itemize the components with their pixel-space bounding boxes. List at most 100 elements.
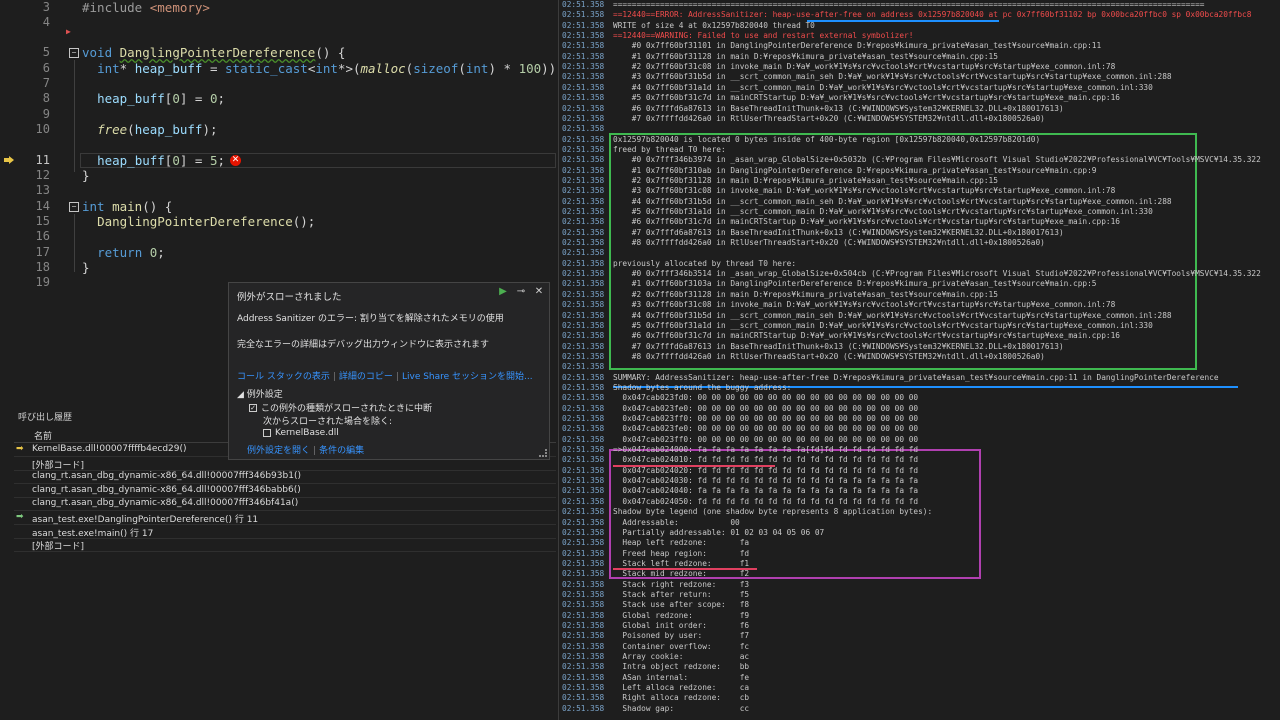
output-line: 02:51.358 Stack after return: f5 <box>559 590 1280 600</box>
timestamp: 02:51.358 <box>562 641 605 651</box>
output-line: 02:51.358 0x047cab023ff0: 00 00 00 00 00… <box>559 414 1280 424</box>
call-stack-row[interactable]: asan_test.exe!main() 行 17 <box>14 525 556 539</box>
output-text: Stack after return: f5 <box>613 589 750 599</box>
timestamp: 02:51.358 <box>562 0 605 9</box>
output-line: 02:51.358 #5 0x7ff60bf31a1d in __scrt_co… <box>559 321 1280 331</box>
code-line[interactable]: 15 DanglingPointerDereference(); <box>0 214 556 229</box>
code-line[interactable]: 7 <box>0 76 556 91</box>
timestamp: 02:51.358 <box>562 289 605 299</box>
exception-settings-header[interactable]: ◢ 例外設定 <box>237 387 283 400</box>
output-text: ==12440==WARNING: Failed to use and rest… <box>613 31 914 41</box>
timestamp: 02:51.358 <box>562 31 605 41</box>
line-number: 14 <box>35 199 50 213</box>
code-line[interactable]: 13 <box>0 183 556 198</box>
output-line: 02:51.358 0x047cab024030: fd fd fd fd fd… <box>559 476 1280 486</box>
output-line: 02:51.358 #7 0x7ffffdd426a0 in RtlUserTh… <box>559 114 1280 124</box>
timestamp: 02:51.358 <box>562 631 605 641</box>
pin-icon[interactable]: ⊸ <box>515 286 527 298</box>
code-text: #include <memory> <box>82 0 210 15</box>
output-text: #4 0x7ff60bf31b5d in __scrt_common_main_… <box>613 310 1172 320</box>
code-line[interactable]: 4 <box>0 15 556 30</box>
code-line[interactable]: 5 void DanglingPointerDereference() { <box>0 45 556 60</box>
timestamp: 02:51.358 <box>562 434 605 444</box>
output-text: Partially addressable: 01 02 03 04 05 06… <box>613 527 825 537</box>
output-text: 0x047cab023ff0: 00 00 00 00 00 00 00 00 … <box>613 414 919 423</box>
timestamp: 02:51.358 <box>562 103 605 113</box>
output-line: 02:51.358 #0 0x7ff60bf31101 in DanglingP… <box>559 41 1280 51</box>
code-line[interactable]: 16 <box>0 229 556 244</box>
timestamp: 02:51.358 <box>562 175 605 185</box>
timestamp: 02:51.358 <box>562 414 605 423</box>
timestamp: 02:51.358 <box>562 424 605 434</box>
break-on-throw-checkbox[interactable]: ✓ この例外の種類がスローされたときに中断 <box>249 401 432 414</box>
code-line[interactable]: 14 int main() { <box>0 199 556 214</box>
edit-conditions-link[interactable]: 条件の編集 <box>319 446 364 456</box>
call-stack-row[interactable]: ➡ asan_test.exe!DanglingPointerDereferenc… <box>14 511 556 525</box>
call-stack-row[interactable]: clang_rt.asan_dbg_dynamic-x86_64.dll!000… <box>14 497 556 512</box>
show-call-stack-link[interactable]: コール スタックの表示 <box>237 372 330 382</box>
timestamp: 02:51.358 <box>562 51 605 61</box>
resize-grip-icon[interactable] <box>539 449 547 457</box>
collapse-triangle-icon: ◢ <box>237 390 244 400</box>
output-text: #0 0x7fff346b3974 in _asan_wrap_GlobalSi… <box>613 155 1261 165</box>
output-line: 02:51.358 #2 0x7ff60bf31128 in main D:¥r… <box>559 176 1280 186</box>
code-line[interactable]: 17 return 0; <box>0 245 556 260</box>
close-icon[interactable]: ✕ <box>533 286 545 298</box>
output-text: #6 0x7ff60bf31c7d in mainCRTStartup D:¥a… <box>613 217 1120 227</box>
output-text: #5 0x7ff60bf31a1d in __scrt_common_main … <box>613 207 1153 216</box>
code-text: } <box>82 260 90 275</box>
timestamp: 02:51.358 <box>562 403 605 413</box>
code-line[interactable]: 11 heap_buff[0] = 5; <box>0 153 556 168</box>
line-number: 17 <box>35 245 50 259</box>
copy-details-link[interactable]: 詳細のコピー <box>339 372 393 382</box>
timestamp: 02:51.358 <box>562 186 605 196</box>
code-line[interactable]: 8 heap_buff[0] = 0; <box>0 91 556 106</box>
output-text: Left alloca redzone: ca <box>613 683 750 693</box>
timestamp: 02:51.358 <box>562 589 605 599</box>
code-line[interactable]: 10 free(heap_buff); <box>0 122 556 137</box>
code-text: DanglingPointerDereference(); <box>97 214 316 229</box>
timestamp: 02:51.358 <box>562 703 605 713</box>
kernelbase-checkbox[interactable]: KernelBase.dll <box>263 428 339 438</box>
code-text: return 0; <box>97 245 165 260</box>
code-line[interactable]: 18} <box>0 260 556 275</box>
line-number: 9 <box>42 107 50 121</box>
output-line: 02:51.358 0x047cab023fd0: 00 00 00 00 00… <box>559 393 1280 403</box>
output-line: 02:51.358 #1 0x7ff60bf310ab in DanglingP… <box>559 166 1280 176</box>
code-line[interactable]: 6 int* heap_buff = static_cast<int*>(mal… <box>0 61 556 76</box>
output-text: #1 0x7ff60bf310ab in DanglingPointerDere… <box>613 165 1097 175</box>
code-line[interactable]: 3 #include <memory> <box>0 0 556 15</box>
output-text: #4 0x7ff60bf31a1d in __scrt_common_main … <box>613 82 1153 92</box>
timestamp: 02:51.358 <box>562 683 605 693</box>
continue-play-icon[interactable]: ▶ <box>497 286 509 298</box>
timestamp: 02:51.358 <box>562 279 605 289</box>
code-editor[interactable]: ✕ − − ▶ 3 #include <memory> 4 5 void Danglin… <box>0 0 556 290</box>
timestamp: 02:51.358 <box>562 238 605 248</box>
line-number: 6 <box>42 61 50 75</box>
live-share-link[interactable]: Live Share セッションを開始... <box>402 372 533 382</box>
call-stack-row[interactable]: clang_rt.asan_dbg_dynamic-x86_64.dll!000… <box>14 484 556 498</box>
popup-title: 例外がスローされました <box>237 292 342 303</box>
output-line: 02:51.358 #1 0x7ff60bf31128 in main D:¥r… <box>559 52 1280 62</box>
output-line: 02:51.358 Intra object redzone: bb <box>559 662 1280 672</box>
timestamp: 02:51.358 <box>562 517 605 527</box>
output-window[interactable]: 02:51.358 ===============================… <box>558 0 1280 720</box>
timestamp: 02:51.358 <box>562 320 605 330</box>
output-text: Global redzone: f9 <box>613 610 750 620</box>
output-text: ASan internal: fe <box>613 672 750 682</box>
output-line: 02:51.358 #4 0x7ff60bf31b5d in __scrt_co… <box>559 311 1280 321</box>
output-line: 02:51.358 freed by thread T0 here: <box>559 145 1280 155</box>
timestamp: 02:51.358 <box>562 558 605 568</box>
code-line[interactable]: 12} <box>0 168 556 183</box>
code-line[interactable]: 9 <box>0 107 556 122</box>
output-text: #7 0x7fffd6a87613 in BaseThreadInitThunk… <box>613 227 1064 237</box>
output-text: 0x047cab024040: fa fa fa fa fa fa fa fa … <box>613 486 919 496</box>
timestamp: 02:51.358 <box>562 196 605 206</box>
output-line: 02:51.358 Shadow gap: cc <box>559 704 1280 714</box>
call-stack-row[interactable]: [外部コード] <box>14 538 556 553</box>
open-exception-settings-link[interactable]: 例外設定を開く <box>247 446 310 456</box>
call-stack-row[interactable]: clang_rt.asan_dbg_dynamic-x86_64.dll!000… <box>14 470 556 485</box>
output-text: #5 0x7ff60bf31c7d in mainCRTStartup D:¥a… <box>613 93 1120 103</box>
line-number: 8 <box>42 91 50 105</box>
timestamp: 02:51.358 <box>562 82 605 92</box>
